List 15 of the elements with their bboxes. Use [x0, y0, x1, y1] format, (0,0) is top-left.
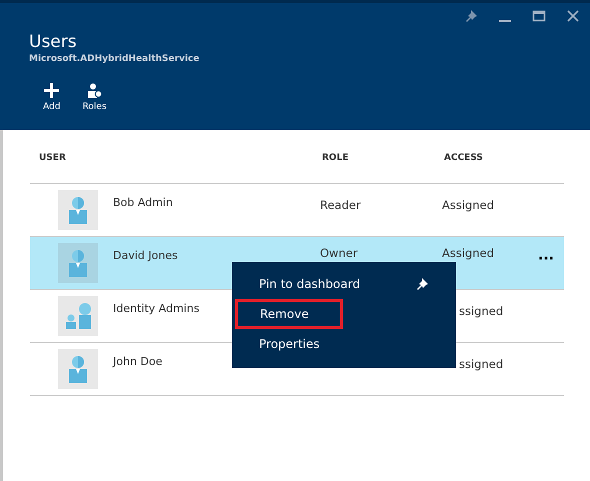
access-text: Assigned — [442, 198, 494, 212]
user-name: David Jones — [113, 249, 178, 262]
access-text: ssigned — [459, 357, 504, 371]
user-name: John Doe — [113, 355, 162, 368]
role-text: Reader — [320, 198, 361, 212]
role-text: Owner — [320, 246, 358, 260]
blade-title: Users — [29, 32, 78, 52]
column-header: ACCESS — [444, 152, 483, 165]
user-name: Identity Admins — [113, 302, 200, 315]
column-header: USER — [39, 152, 67, 165]
column-header: ROLE — [322, 152, 350, 165]
blade-subtitle: Microsoft.ADHybridHealthService — [29, 53, 200, 66]
access-text: Assigned — [442, 246, 494, 260]
access-text: ssigned — [459, 304, 504, 318]
user-name: Bob Admin — [113, 196, 173, 209]
